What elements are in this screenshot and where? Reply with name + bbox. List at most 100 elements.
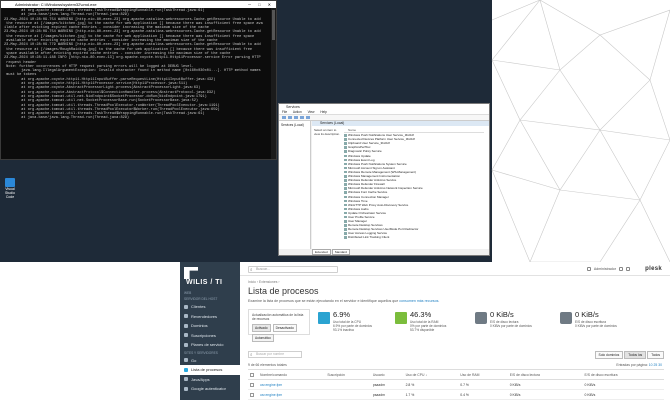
sidebar-item-label: Suscripciones: [191, 332, 216, 338]
column-header[interactable]: E/S de disco lectura: [507, 369, 583, 380]
window-controls[interactable]: ─ □ ✕: [248, 1, 274, 8]
breadcrumb[interactable]: Inicio › Extensiones ›: [248, 280, 279, 284]
services-titlebar[interactable]: Services: [279, 104, 489, 110]
disk-write-stat: 0 KiB/s E/S de disco escritura 0 KiB/s p…: [560, 310, 640, 336]
disk-read-value: 0 KiB/s: [490, 310, 514, 319]
tree-item-services-local[interactable]: Services (Local): [281, 123, 304, 127]
ram-value: 46.3%: [410, 310, 432, 319]
per-page-option[interactable]: 10: [649, 363, 653, 367]
tab-standard[interactable]: Standard: [331, 249, 350, 255]
plesk-topbar: Buscar... Administrador plesk: [240, 262, 670, 276]
sidebar-item-google-authenticator[interactable]: Google autenticator: [180, 384, 240, 394]
global-search-input[interactable]: Buscar...: [248, 266, 338, 273]
per-page-option[interactable]: 30: [658, 363, 662, 367]
properties-icon[interactable]: [294, 116, 298, 119]
column-header[interactable]: Uso de CPU ↓: [403, 369, 459, 380]
subscription-cell: [325, 379, 371, 390]
sidebar-item-planes[interactable]: Planes de servicio: [180, 340, 240, 350]
filter-input[interactable]: Buscar por nombre: [248, 351, 302, 358]
refresh-icon[interactable]: [300, 116, 304, 119]
page-title: Lista de procesos: [248, 286, 319, 296]
sidebar-item-label: Lista de procesos: [191, 367, 223, 373]
disk-write-sub: 0 KiB/s por parte de dominios: [575, 324, 617, 328]
vscode-icon[interactable]: Visual Studio Code: [2, 178, 18, 200]
reseller-icon: [184, 314, 188, 319]
sidebar-item-suscripciones[interactable]: Suscripciones: [180, 331, 240, 341]
refresh-off-button[interactable]: Desactivado: [272, 324, 297, 332]
admin-menu[interactable]: Administrador: [594, 267, 616, 271]
column-header[interactable]: Uso de RAM: [458, 369, 508, 380]
view-all-button[interactable]: Todos: [647, 351, 664, 359]
cmd-titlebar[interactable]: Administrator: C:\Windows\system32\cmd.e…: [1, 1, 276, 8]
view-switcher: Solo dominios Todos los Todos: [594, 351, 664, 359]
table-row[interactable]: usr.engine.fpm psaadm 2.8 % 0.7 % 0 KiB/…: [248, 379, 664, 390]
auto-refresh-label: Actualización automática de la lista de …: [252, 313, 304, 321]
help-icon[interactable]: [306, 116, 310, 119]
user-cell: psaadm: [370, 379, 404, 390]
sidebar-item-lista-de-procesos[interactable]: Lista de procesos: [180, 365, 240, 375]
menu-view[interactable]: View: [308, 110, 315, 114]
sidebar-item-go[interactable]: Go: [180, 356, 240, 366]
view-domains-button[interactable]: Solo dominios: [594, 351, 624, 359]
services-tree[interactable]: Services (Local): [279, 121, 311, 249]
forward-icon[interactable]: [288, 116, 292, 119]
cmd-window[interactable]: Administrator: C:\Windows\system32\cmd.e…: [0, 0, 277, 160]
java-icon: [184, 377, 188, 382]
google-icon: [184, 386, 188, 391]
process-list-icon: [184, 367, 188, 372]
user-icon[interactable]: [586, 267, 591, 271]
sidebar-item-dominios[interactable]: Dominios: [180, 321, 240, 331]
row-checkbox[interactable]: [250, 392, 254, 397]
process-name[interactable]: usr.engine.fpm: [258, 379, 326, 390]
services-window[interactable]: Services File Action View Help Services …: [278, 103, 490, 256]
select-all-checkbox[interactable]: [250, 372, 254, 377]
help-icon[interactable]: [619, 267, 623, 271]
row-select-cell[interactable]: [248, 389, 258, 400]
menu-help[interactable]: Help: [320, 110, 327, 114]
column-header[interactable]: E/S de disco escritura: [582, 369, 664, 380]
back-icon[interactable]: [282, 116, 286, 119]
subscription-cell: [325, 389, 371, 400]
cmd-line: at java.base/java.lang.Thread.run(Thread…: [4, 116, 130, 121]
services-description: Select an item to view its description.: [314, 128, 341, 136]
row-select-cell[interactable]: [248, 379, 258, 390]
ram-sub: 53.7% disponible: [410, 328, 435, 332]
auto-select[interactable]: Automático: [252, 334, 274, 342]
sidebar-item-label: Planes de servicio: [191, 342, 224, 348]
services-pane: Services (Local) Select an item to view …: [312, 121, 489, 249]
sidebar-item-java-apps[interactable]: Java/Apps: [180, 375, 240, 385]
disk-read-cell: 0 KiB/s: [507, 379, 583, 390]
cmd-scrollbar[interactable]: [271, 8, 276, 159]
service-item[interactable]: Distributed Link Tracking Client: [344, 235, 484, 239]
view-all-users-button[interactable]: Todos los: [624, 351, 647, 359]
sidebar-item-clientes[interactable]: Clientes: [180, 302, 240, 312]
per-page: Entradas por página: 10 25 30: [616, 363, 662, 367]
refresh-on-button[interactable]: Activado: [252, 324, 271, 332]
column-header[interactable]: Suscripción: [325, 369, 371, 380]
tab-extended[interactable]: Extended: [312, 249, 331, 255]
table-row[interactable]: usr.engine.fpm psaadm 1.7 % 0.4 % 0 KiB/…: [248, 389, 664, 400]
process-name[interactable]: usr.engine.fpm: [258, 389, 326, 400]
cmd-output[interactable]: at org.apache.tomcat.util.threads.TaskTh…: [1, 8, 276, 158]
menu-file[interactable]: File: [282, 110, 287, 114]
resources-link[interactable]: consumen más recursos.: [399, 299, 439, 303]
users-icon: [184, 304, 188, 309]
row-checkbox[interactable]: [250, 382, 254, 387]
cpu-stat: 6.9% Uso total de la CPU 6.9% por parte …: [318, 310, 398, 336]
cpu-cell: 1.7 %: [403, 389, 459, 400]
column-header[interactable]: Usuario: [370, 369, 404, 380]
menu-action[interactable]: Action: [293, 110, 302, 114]
select-all-cell[interactable]: [248, 369, 258, 380]
services-list[interactable]: Name Windows Push Notifications User Ser…: [344, 128, 484, 249]
sidebar-item-revendedores[interactable]: Revendedores: [180, 312, 240, 322]
plesk-logo: plesk: [645, 266, 662, 272]
subscription-icon: [184, 333, 188, 338]
topbar-actions: Administrador: [586, 267, 630, 271]
column-header[interactable]: Nombre/comando: [258, 369, 326, 380]
per-page-option[interactable]: 25: [653, 363, 657, 367]
sidebar-item-label: Clientes: [191, 304, 206, 310]
process-table: Nombre/comando Suscripción Usuario Uso d…: [248, 369, 664, 400]
notification-icon[interactable]: [626, 267, 630, 271]
ram-icon: [395, 312, 407, 324]
page-description: Examine la lista de procesos que se está…: [248, 299, 439, 303]
